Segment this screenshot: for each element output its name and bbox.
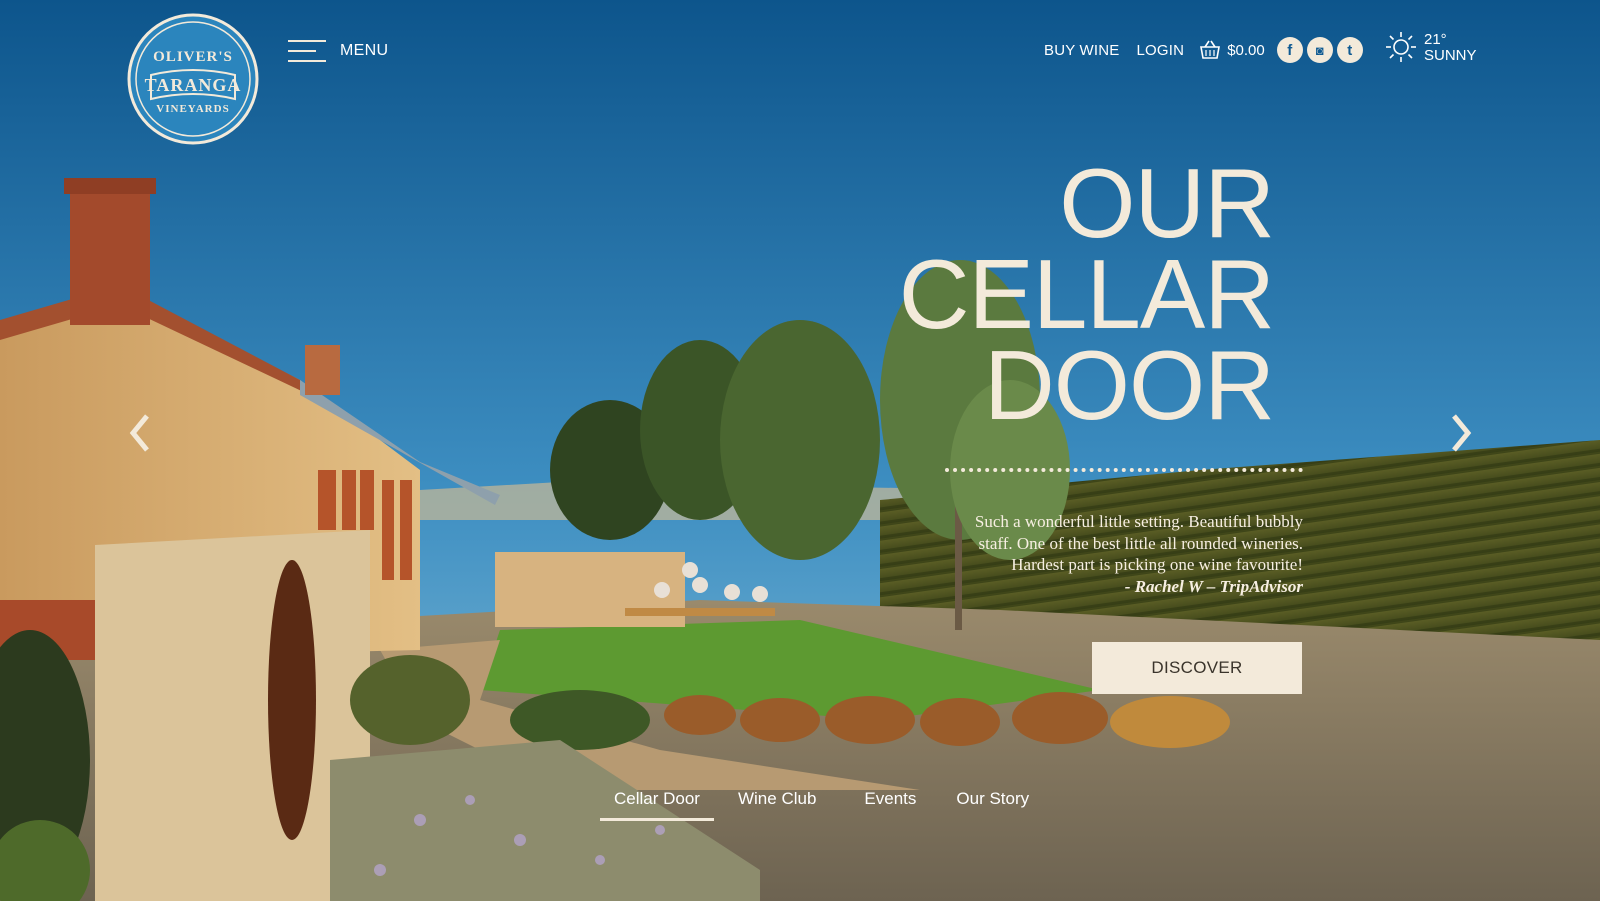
tab-events[interactable]: Events bbox=[850, 789, 930, 817]
hero-title-line: DOOR bbox=[984, 330, 1275, 440]
quote-author: - Rachel W – TripAdvisor bbox=[1124, 576, 1303, 596]
menu-label: MENU bbox=[340, 42, 389, 59]
weather-widget: 21° SUNNY bbox=[1385, 31, 1477, 64]
logo-line-3: VINEYARDS bbox=[156, 103, 230, 115]
twitter-icon[interactable]: t bbox=[1336, 37, 1363, 63]
chevron-left-icon bbox=[129, 414, 149, 452]
basket-icon bbox=[1200, 40, 1221, 59]
cart-button[interactable]: $0.00 bbox=[1199, 40, 1265, 60]
sun-icon bbox=[1386, 32, 1416, 62]
hamburger-icon bbox=[288, 38, 326, 64]
tab-cellar-door[interactable]: Cellar Door bbox=[600, 789, 714, 821]
discover-button[interactable]: DISCOVER bbox=[1092, 642, 1302, 694]
quote-line: staff. One of the best little all rounde… bbox=[978, 533, 1304, 553]
login-link[interactable]: LOGIN bbox=[1137, 42, 1185, 59]
menu-button[interactable]: MENU bbox=[288, 38, 388, 64]
quote-line: Hardest part is picking one wine favouri… bbox=[1011, 555, 1303, 574]
logo-line-1: OLIVER'S bbox=[153, 49, 233, 65]
tab-wine-club[interactable]: Wine Club bbox=[724, 789, 830, 817]
tab-our-story[interactable]: Our Story bbox=[942, 789, 1043, 817]
facebook-icon[interactable]: f bbox=[1276, 37, 1303, 63]
instagram-icon[interactable]: ◙ bbox=[1306, 37, 1333, 63]
weather-temperature: 21° bbox=[1424, 31, 1447, 48]
chevron-right-icon bbox=[1452, 414, 1472, 452]
buy-wine-link[interactable]: BUY WINE bbox=[1044, 42, 1120, 59]
next-slide-button[interactable] bbox=[1446, 410, 1476, 456]
section-tabs: Cellar Door Wine Club Events Our Story bbox=[600, 789, 1043, 821]
cart-total: $0.00 bbox=[1227, 41, 1265, 59]
hero-title: OUR CELLAR DOOR bbox=[898, 148, 1275, 440]
top-nav: BUY WINE LOGIN $0.00 f ◙ t bbox=[1044, 37, 1390, 63]
testimonial-quote: Such a wonderful little setting. Beautif… bbox=[930, 511, 1303, 597]
logo-line-2: TARANGA bbox=[144, 75, 242, 95]
weather-condition: SUNNY bbox=[1424, 47, 1477, 64]
dotted-divider bbox=[945, 468, 1303, 472]
quote-line: Such a wonderful little setting. Beautif… bbox=[974, 512, 1303, 531]
social-links: f ◙ t bbox=[1276, 37, 1363, 63]
hero-title-line: CELLAR bbox=[898, 239, 1275, 349]
hero-title-line: OUR bbox=[1059, 148, 1275, 258]
previous-slide-button[interactable] bbox=[125, 410, 155, 456]
logo[interactable]: OLIVER'S TARANGA VINEYARDS bbox=[127, 13, 259, 145]
